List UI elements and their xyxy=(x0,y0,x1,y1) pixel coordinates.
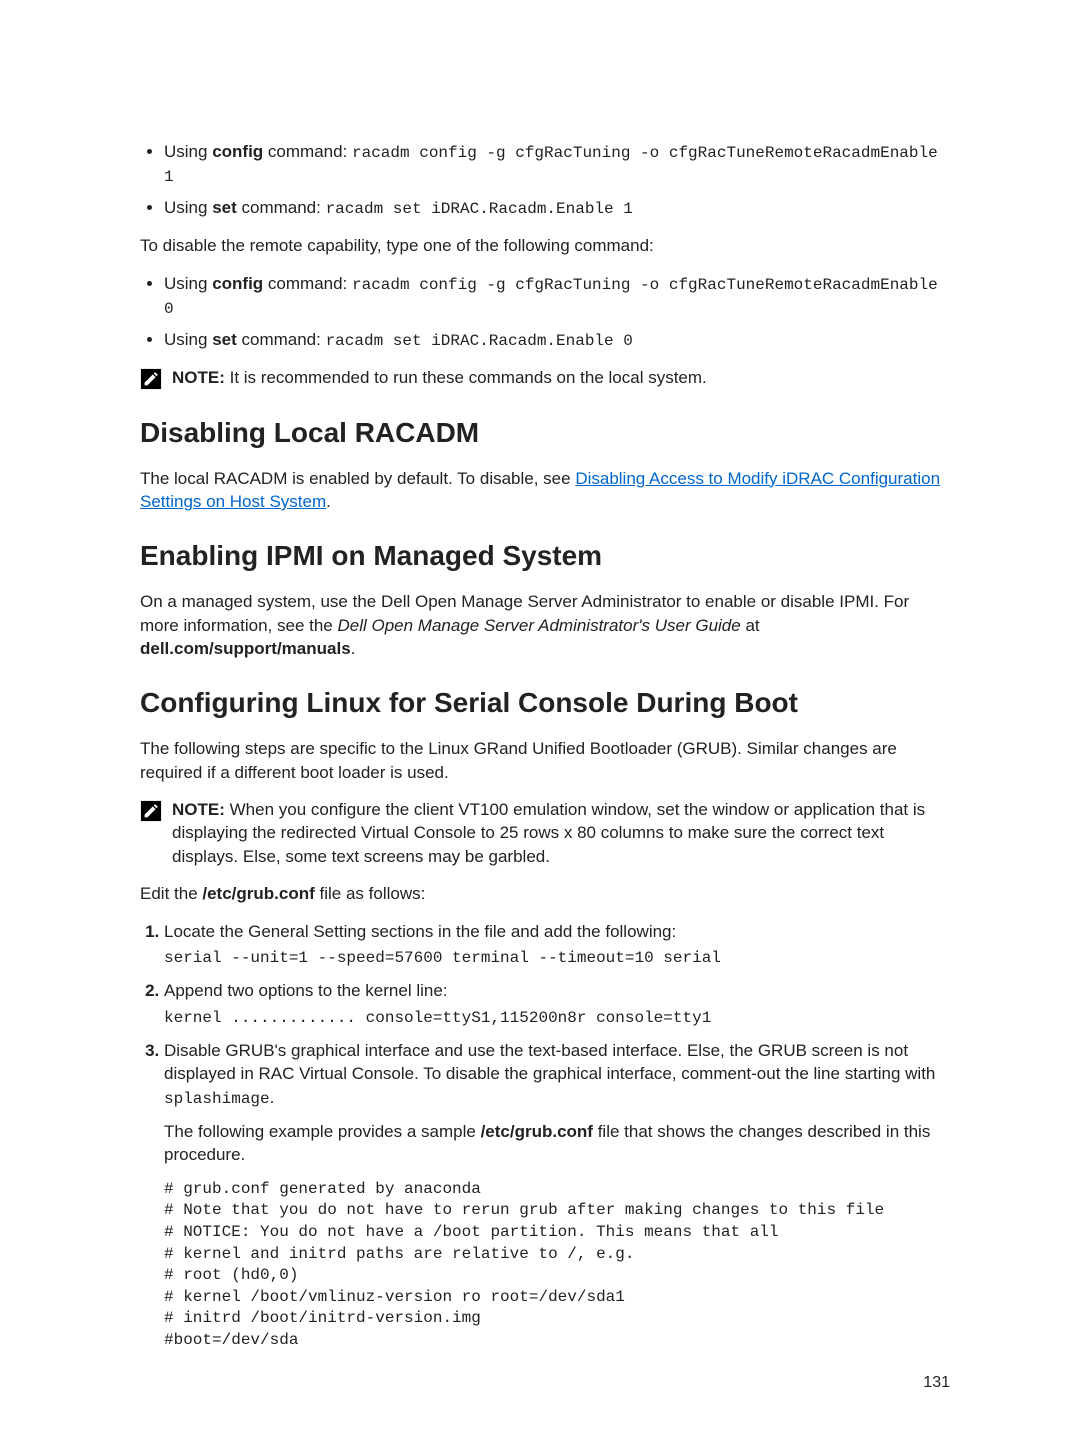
step-1: Locate the General Setting sections in t… xyxy=(164,920,950,970)
section2-post: . xyxy=(351,639,356,658)
edit-file: /etc/grub.conf xyxy=(202,884,314,903)
section-title-enabling-ipmi: Enabling IPMI on Managed System xyxy=(140,537,950,576)
bullet-rest: command: xyxy=(237,198,326,217)
bullet-cmd: set xyxy=(212,198,237,217)
step-code: kernel ............. console=ttyS1,11520… xyxy=(164,1007,950,1029)
note-body: When you configure the client VT100 emul… xyxy=(172,800,925,866)
bullet-lead: Using xyxy=(164,330,212,349)
step3-p2-file: /etc/grub.conf xyxy=(481,1122,593,1141)
step3-p2-pre: The following example provides a sample xyxy=(164,1122,481,1141)
section2-body: On a managed system, use the Dell Open M… xyxy=(140,590,950,660)
section1-body: The local RACADM is enabled by default. … xyxy=(140,467,950,514)
step-text: Disable GRUB's graphical interface and u… xyxy=(164,1039,950,1110)
section2-mid: at xyxy=(741,616,760,635)
bullet-cmd: config xyxy=(212,142,263,161)
step3-inline-code: splashimage xyxy=(164,1090,270,1108)
bullet-code: racadm set iDRAC.Racadm.Enable 0 xyxy=(326,332,633,350)
note-label: NOTE: xyxy=(172,800,225,819)
disable-intro: To disable the remote capability, type o… xyxy=(140,234,950,257)
edit-pre: Edit the xyxy=(140,884,202,903)
step3-pre: Disable GRUB's graphical interface and u… xyxy=(164,1041,935,1083)
list-item: Using set command: racadm set iDRAC.Raca… xyxy=(164,196,950,220)
note-body: It is recommended to run these commands … xyxy=(225,368,707,387)
section1-pre: The local RACADM is enabled by default. … xyxy=(140,469,575,488)
step-text: Append two options to the kernel line: xyxy=(164,979,950,1002)
section3-intro: The following steps are specific to the … xyxy=(140,737,950,784)
step-code: serial --unit=1 --speed=57600 terminal -… xyxy=(164,947,950,969)
edit-intro: Edit the /etc/grub.conf file as follows: xyxy=(140,882,950,905)
bullet-cmd: config xyxy=(212,274,263,293)
bullet-lead: Using xyxy=(164,142,212,161)
list-item: Using set command: racadm set iDRAC.Raca… xyxy=(164,328,950,352)
section2-bold: dell.com/support/manuals xyxy=(140,639,351,658)
note-label: NOTE: xyxy=(172,368,225,387)
bullet-rest: command: xyxy=(237,330,326,349)
bullet-cmd: set xyxy=(212,330,237,349)
page-number: 131 xyxy=(923,1372,950,1394)
bullet-lead: Using xyxy=(164,274,212,293)
list-item: Using config command: racadm config -g c… xyxy=(164,272,950,320)
note-block: NOTE: It is recommended to run these com… xyxy=(140,366,950,390)
step-3: Disable GRUB's graphical interface and u… xyxy=(164,1039,950,1352)
step3-post: . xyxy=(270,1088,275,1107)
list-item: Using config command: racadm config -g c… xyxy=(164,140,950,188)
bullet-lead: Using xyxy=(164,198,212,217)
step-2: Append two options to the kernel line: k… xyxy=(164,979,950,1029)
enable-bullet-list: Using config command: racadm config -g c… xyxy=(140,140,950,220)
pencil-icon xyxy=(140,368,162,390)
bullet-rest: command: xyxy=(263,274,352,293)
bullet-code: racadm set iDRAC.Racadm.Enable 1 xyxy=(326,200,633,218)
bullet-rest: command: xyxy=(263,142,352,161)
disable-bullet-list: Using config command: racadm config -g c… xyxy=(140,272,950,352)
edit-post: file as follows: xyxy=(315,884,426,903)
steps-list: Locate the General Setting sections in t… xyxy=(140,920,950,1352)
section1-post: . xyxy=(326,492,331,511)
section2-italic: Dell Open Manage Server Administrator's … xyxy=(337,616,740,635)
pencil-icon xyxy=(140,800,162,822)
section-title-disabling-local-racadm: Disabling Local RACADM xyxy=(140,414,950,453)
section-title-configuring-linux: Configuring Linux for Serial Console Dur… xyxy=(140,684,950,723)
note-text: NOTE: It is recommended to run these com… xyxy=(172,366,950,389)
note-block: NOTE: When you configure the client VT10… xyxy=(140,798,950,868)
step3-para2: The following example provides a sample … xyxy=(164,1120,950,1167)
grub-conf-block: # grub.conf generated by anaconda # Note… xyxy=(164,1179,950,1352)
note-text: NOTE: When you configure the client VT10… xyxy=(172,798,950,868)
step-text: Locate the General Setting sections in t… xyxy=(164,920,950,943)
